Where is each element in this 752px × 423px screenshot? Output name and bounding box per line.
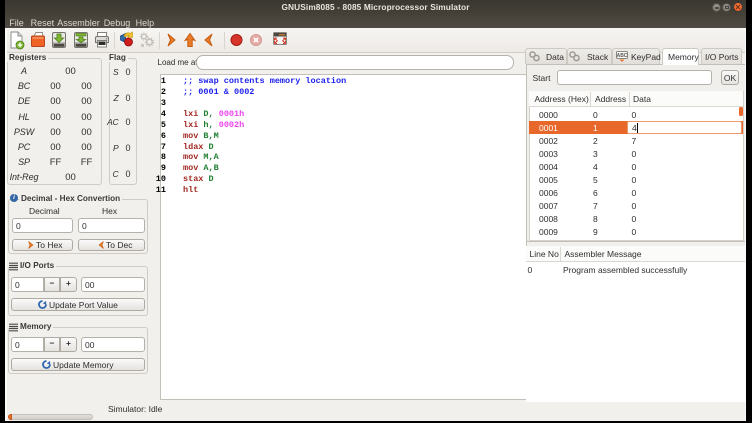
svg-text:ABC: ABC: [617, 53, 628, 59]
